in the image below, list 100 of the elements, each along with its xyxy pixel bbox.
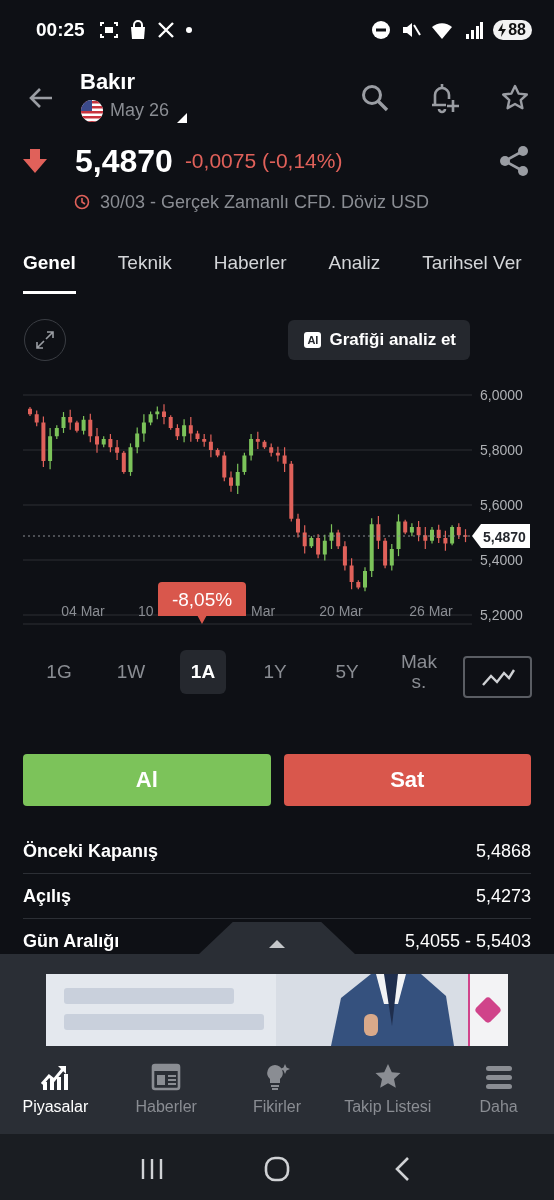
period-button[interactable]: 1W bbox=[108, 650, 154, 694]
candle bbox=[349, 557, 354, 590]
signal-icon bbox=[465, 20, 484, 40]
quote-info: 30/03 - Gerçek Zamanlı CFD. Döviz USD bbox=[100, 191, 430, 213]
candle bbox=[416, 520, 421, 542]
change-tooltip: -8,05% bbox=[158, 582, 246, 624]
candle bbox=[162, 403, 166, 425]
analyze-chart-button[interactable]: AI Grafiği analiz et bbox=[288, 320, 470, 360]
candle bbox=[376, 515, 381, 550]
candle bbox=[242, 452, 247, 476]
candle bbox=[101, 435, 106, 448]
candle bbox=[175, 423, 180, 441]
period-button[interactable]: 5Y bbox=[324, 650, 370, 694]
axis-label: 5,2000 bbox=[480, 607, 523, 623]
candle bbox=[309, 535, 314, 549]
tab[interactable]: Genel bbox=[23, 234, 76, 294]
candle bbox=[430, 526, 434, 545]
candle bbox=[88, 413, 93, 443]
flag-icon bbox=[80, 98, 104, 123]
candle bbox=[443, 530, 448, 552]
candle bbox=[28, 406, 32, 417]
expand-icon bbox=[35, 330, 55, 350]
stat-label: Gün Aralığı bbox=[23, 930, 120, 952]
candle bbox=[282, 446, 287, 473]
candle bbox=[289, 460, 294, 523]
axis-label: 04 Mar bbox=[61, 603, 105, 619]
dot-icon bbox=[184, 26, 193, 34]
candle bbox=[356, 579, 361, 590]
nav-tab[interactable]: Piyasalar bbox=[0, 1062, 111, 1116]
candle bbox=[423, 526, 428, 550]
period-button[interactable]: Mak s. bbox=[396, 650, 442, 694]
shopping-bag-icon bbox=[128, 20, 147, 40]
battery-indicator: 88 bbox=[493, 20, 532, 40]
candle bbox=[463, 528, 468, 543]
price-value: 5,4870 bbox=[75, 142, 173, 180]
tab[interactable]: Tarihsel Ver bbox=[422, 234, 522, 294]
tab[interactable]: Teknik bbox=[117, 234, 172, 294]
current-price-tag: 5,4870 bbox=[472, 524, 530, 548]
candle bbox=[34, 409, 39, 427]
stat-label: Açılış bbox=[23, 885, 72, 907]
candle bbox=[61, 411, 66, 434]
recent-apps-icon bbox=[140, 1158, 165, 1180]
mute-icon bbox=[401, 20, 422, 40]
candle bbox=[229, 470, 233, 493]
candle bbox=[168, 414, 173, 431]
nav-tab[interactable]: Daha bbox=[443, 1062, 554, 1116]
candle bbox=[329, 523, 334, 550]
clock-icon bbox=[74, 194, 90, 210]
candle bbox=[262, 439, 267, 450]
price-change: -0,0075 (-0,14%) bbox=[184, 149, 343, 173]
stat-label: Önceki Kapanış bbox=[23, 840, 159, 862]
chart-type-button[interactable] bbox=[463, 656, 532, 698]
contract-selector[interactable]: May 26 bbox=[80, 98, 188, 123]
corner-triangle-icon bbox=[177, 112, 188, 123]
axis-label: 10 bbox=[138, 603, 154, 619]
candle bbox=[369, 517, 374, 578]
axis-label: 5,8000 bbox=[480, 442, 523, 458]
stat-value: 5,4868 bbox=[475, 840, 531, 862]
do-not-disturb-icon bbox=[371, 20, 392, 40]
candle bbox=[215, 447, 220, 458]
candle bbox=[95, 427, 99, 454]
tab[interactable]: Analiz bbox=[328, 234, 381, 294]
candle bbox=[195, 430, 200, 443]
period-button[interactable]: 1Y bbox=[252, 650, 298, 694]
axis-label: 26 Mar bbox=[409, 603, 453, 619]
back-icon bbox=[393, 1156, 410, 1182]
clock-time: 00:25 bbox=[36, 19, 85, 41]
axis-label: 6,0000 bbox=[480, 387, 523, 403]
axis-label: 5,6000 bbox=[480, 497, 523, 513]
candle bbox=[148, 410, 153, 426]
candle bbox=[108, 433, 113, 453]
sell-button[interactable]: Sat bbox=[283, 754, 531, 806]
candle bbox=[128, 442, 133, 477]
stat-value: 5,4055 - 5,5403 bbox=[404, 930, 531, 952]
axis-label: 5,4000 bbox=[480, 552, 523, 568]
candle bbox=[235, 463, 240, 495]
candle bbox=[155, 405, 160, 420]
axis-label: 20 Mar bbox=[319, 603, 363, 619]
candle bbox=[41, 415, 46, 468]
x-logo-icon bbox=[156, 21, 175, 39]
line-chart-icon bbox=[480, 667, 515, 687]
period-button[interactable]: 1A bbox=[180, 650, 226, 694]
tab[interactable]: Haberler bbox=[213, 234, 287, 294]
nav-tab[interactable]: Fikirler bbox=[221, 1062, 333, 1116]
axis-label: Mar bbox=[251, 603, 276, 619]
candle bbox=[81, 415, 86, 436]
candle bbox=[396, 513, 401, 557]
candle bbox=[296, 513, 300, 539]
candle bbox=[222, 451, 227, 482]
candle bbox=[436, 524, 441, 544]
nav-tab[interactable]: Takip Listesi bbox=[332, 1062, 444, 1116]
screenshot-icon bbox=[98, 20, 119, 40]
share-button[interactable] bbox=[498, 144, 530, 178]
newspaper-icon bbox=[151, 1062, 182, 1092]
instrument-title: Bakır bbox=[80, 68, 137, 95]
candle bbox=[363, 566, 367, 592]
period-button[interactable]: 1G bbox=[36, 650, 82, 694]
stat-value: 5,4273 bbox=[475, 885, 531, 907]
candle bbox=[302, 524, 307, 554]
nav-tab[interactable]: Haberler bbox=[110, 1062, 222, 1116]
